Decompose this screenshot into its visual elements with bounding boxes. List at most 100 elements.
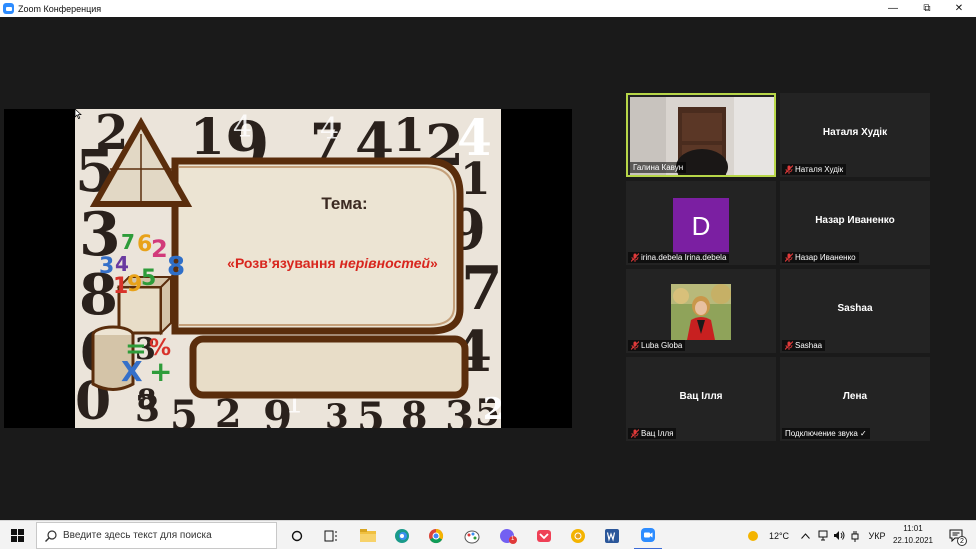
participant-tile[interactable]: D irina.debela Irina.debela [626, 181, 776, 265]
speaker-icon [834, 531, 845, 540]
windows-taskbar: Введите здесь текст для поиска 1 12°C УК… [0, 520, 976, 549]
network-icon [818, 530, 827, 541]
plug-icon [851, 530, 859, 542]
slide-subtitle-part3: » [430, 255, 438, 271]
participant-name: Sashaa [795, 341, 823, 350]
restore-button[interactable]: ⧉ [910, 0, 944, 17]
participant-tile[interactable]: Галина Кавун [626, 93, 776, 177]
window-title: Zoom Конференция [18, 3, 102, 14]
language-indicator: УКР [868, 530, 886, 541]
participant-display-name: Sashaa [837, 303, 873, 314]
participant-name: Вац Ілля [641, 429, 674, 438]
participant-display-name: Наталя Худік [822, 127, 888, 138]
zoom-taskbar-button[interactable] [634, 521, 662, 549]
paint-button[interactable] [460, 521, 484, 549]
chrome-icon [429, 528, 444, 543]
bg-number: 3 [325, 397, 349, 428]
action-center-button[interactable]: 2 [944, 521, 968, 549]
participant-name: Назар Иваненко [795, 253, 856, 262]
bg-number: 5 [357, 394, 385, 428]
colorful-digit: 5 [141, 266, 156, 291]
zoom-icon [641, 527, 655, 542]
participant-name-label: Назар Иваненко [782, 252, 859, 263]
svg-text:4: 4 [320, 112, 339, 147]
minimize-button[interactable]: — [876, 0, 910, 17]
participant-status-label: Подключение звука ✓ [782, 428, 870, 439]
meeting-area: 2 1 9 7 4 1 2 4 1 9 7 4 5 3 8 0 3 5 2 9 … [0, 17, 976, 520]
zoom-logo-icon [3, 3, 14, 14]
title-bar: Zoom Конференция — ⧉ ✕ [0, 0, 976, 17]
shared-screen[interactable]: 2 1 9 7 4 1 2 4 1 9 7 4 5 3 8 0 3 5 2 9 … [4, 109, 572, 428]
chrome-canary-icon [571, 528, 585, 543]
search-icon [45, 529, 57, 542]
start-button[interactable] [0, 521, 34, 549]
edge-button[interactable] [390, 521, 414, 549]
mouse-cursor-icon [75, 109, 82, 119]
participant-display-name: Лена [842, 391, 868, 402]
task-view-button-2[interactable] [320, 521, 342, 549]
bg-number: 2 [483, 392, 501, 427]
windows-logo-icon [10, 529, 24, 542]
chrome-canary-button[interactable] [566, 521, 590, 549]
clock-time: 11:01 [903, 524, 923, 533]
mic-muted-icon [785, 165, 793, 174]
mic-muted-icon [631, 429, 639, 438]
slide-subtitle-part1: «Розв’язування [227, 255, 340, 271]
participant-tile[interactable]: Назар Иваненко Назар Иваненко [780, 181, 930, 265]
sun-icon [748, 530, 758, 541]
mic-muted-icon [631, 253, 639, 262]
taskbar-search-input[interactable]: Введите здесь текст для поиска [36, 522, 277, 549]
participant-tile[interactable]: Sashaa Sashaa [780, 269, 930, 353]
slide-subtitle-part2: нерівностей [339, 255, 431, 271]
notification-count: 2 [957, 536, 967, 546]
participant-name-label: Sashaa [782, 340, 826, 351]
temperature-text: 12°C [768, 530, 790, 541]
participant-display-name: Вац Ілля [679, 391, 723, 402]
viber-button[interactable]: 1 [496, 521, 520, 549]
slide-title: Тема: [321, 194, 368, 213]
participant-name: Luba Globa [641, 341, 683, 350]
battery-button[interactable] [848, 521, 862, 549]
chevron-up-icon [800, 532, 810, 539]
colorful-digit: 8 [167, 252, 185, 282]
participant-name-label: Наталя Худік [782, 164, 847, 175]
mic-muted-icon [785, 253, 793, 262]
file-explorer-button[interactable] [356, 521, 380, 549]
participant-tile[interactable]: Наталя Худік Наталя Худік [780, 93, 930, 177]
audio-connecting-status: Подключение звука ✓ [785, 429, 867, 438]
participant-name: irina.debela Irina.debela [641, 253, 727, 262]
chrome-button[interactable] [424, 521, 448, 549]
network-button[interactable] [816, 521, 830, 549]
math-symbol: + [149, 355, 172, 388]
participant-tile[interactable]: Вац Ілля Вац Ілля [626, 357, 776, 441]
paint-icon [464, 530, 480, 543]
pocket-button[interactable] [532, 521, 556, 549]
participant-name: Наталя Худік [795, 165, 844, 174]
participant-name-label: Вац Ілля [628, 428, 677, 439]
task-view-icon [324, 530, 337, 541]
folder-icon [360, 529, 376, 542]
pocket-icon [537, 529, 551, 542]
weather-icon-button[interactable] [745, 521, 761, 549]
volume-button[interactable] [832, 521, 846, 549]
bg-number: 5 [170, 392, 198, 428]
clock[interactable]: 11:01 22.10.2021 [887, 523, 939, 547]
language-button[interactable]: УКР [866, 521, 888, 549]
participant-tile[interactable]: Лена Подключение звука ✓ [780, 357, 930, 441]
participant-tile[interactable]: Luba Globa [626, 269, 776, 353]
weather-temperature[interactable]: 12°C [764, 521, 794, 549]
profile-photo [671, 284, 731, 340]
cortana-icon [291, 530, 303, 541]
presentation-slide: 2 1 9 7 4 1 2 4 1 9 7 4 5 3 8 0 3 5 2 9 … [75, 109, 501, 428]
word-button[interactable] [600, 521, 624, 549]
participant-name: Галина Кавун [633, 163, 684, 172]
search-placeholder: Введите здесь текст для поиска [63, 530, 212, 541]
profile-photo-image [671, 284, 731, 340]
tray-overflow-button[interactable] [798, 521, 812, 549]
svg-text:4: 4 [233, 110, 252, 145]
task-view-button[interactable] [286, 521, 308, 549]
edge-icon [395, 528, 409, 543]
zoom-window: Zoom Конференция — ⧉ ✕ 2 1 9 7 4 1 2 4 1… [0, 0, 976, 549]
close-button[interactable]: ✕ [942, 0, 976, 17]
bg-number: 1 [393, 109, 425, 162]
